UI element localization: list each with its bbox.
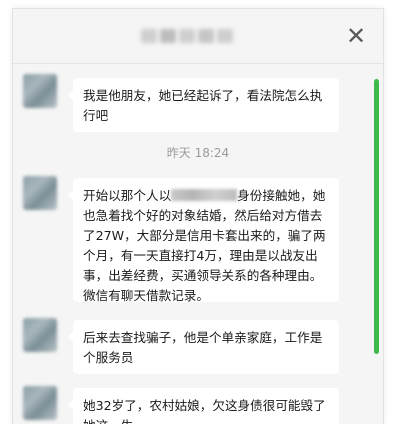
chat-window: ✕ 我是他朋友，她已经起诉了，看法院怎么执行吧 昨天 18:24 开始以那个人以… bbox=[12, 8, 384, 424]
scrollbar[interactable] bbox=[374, 79, 379, 354]
timestamp: 昨天 18:24 bbox=[166, 146, 230, 160]
avatar[interactable] bbox=[23, 318, 57, 352]
message-bubble[interactable]: 开始以那个人以 身份接触她，她也急着找个好的对象结婚，然后给对方借去了27W，大部… bbox=[68, 178, 339, 303]
avatar[interactable] bbox=[23, 74, 57, 108]
message-list[interactable]: 我是他朋友，她已经起诉了，看法院怎么执行吧 昨天 18:24 开始以那个人以 身份… bbox=[13, 64, 383, 424]
message-bubble[interactable]: 她32岁了，农村姑娘，欠这身债很可能毁了她这一生。 bbox=[68, 388, 339, 424]
close-icon[interactable]: ✕ bbox=[345, 24, 367, 48]
blurred-title bbox=[141, 29, 233, 43]
avatar[interactable] bbox=[23, 386, 57, 420]
redacted-text bbox=[171, 189, 238, 201]
message-bubble[interactable]: 后来去查找骗子，他是个单亲家庭，工作是个服务员 bbox=[68, 320, 339, 374]
message-bubble[interactable]: 我是他朋友，她已经起诉了，看法院怎么执行吧 bbox=[68, 78, 339, 132]
message-text: 开始以那个人以 bbox=[83, 188, 172, 203]
avatar[interactable] bbox=[23, 176, 57, 210]
scrollbar-thumb[interactable] bbox=[374, 79, 379, 354]
title-bar: ✕ bbox=[13, 9, 383, 64]
message-text: 身份接触她，她也急着找个好的对象结婚，然后给对方借去了27W，大部分是信用卡套出… bbox=[83, 188, 326, 303]
